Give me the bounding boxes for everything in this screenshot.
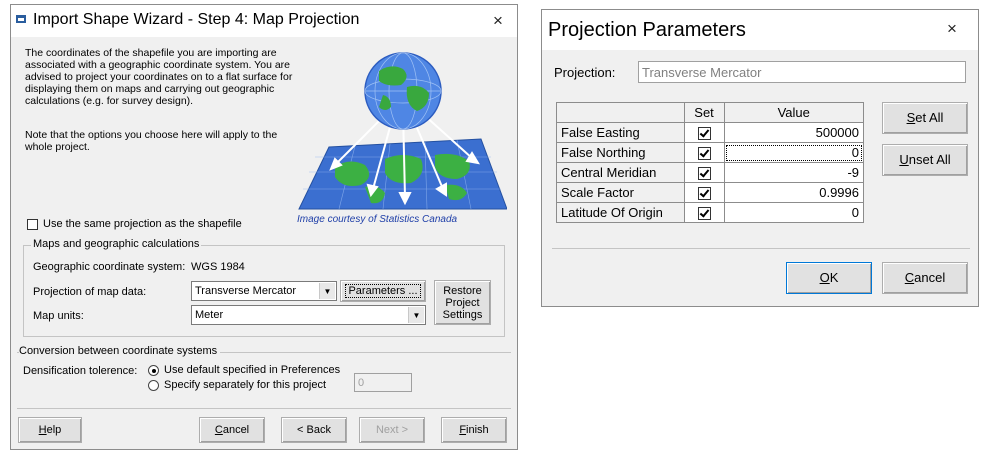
chevron-down-icon[interactable]: ▼ bbox=[319, 283, 335, 299]
table-header-row: Set Value bbox=[556, 102, 864, 123]
wizard-titlebar: Import Shape Wizard - Step 4: Map Projec… bbox=[11, 5, 517, 37]
cancel-button-label: Cancel bbox=[214, 424, 250, 436]
param-set-cell[interactable] bbox=[683, 202, 725, 223]
buttons-separator bbox=[17, 408, 511, 409]
table-row: False Easting 500000 bbox=[556, 122, 864, 143]
checkbox-checked-icon[interactable] bbox=[697, 167, 711, 181]
units-select[interactable]: Meter ▼ bbox=[191, 305, 426, 325]
app-icon bbox=[16, 15, 26, 23]
units-select-value: Meter bbox=[195, 309, 224, 321]
restore-line-2: Project bbox=[445, 296, 480, 309]
param-set-cell[interactable] bbox=[683, 162, 725, 183]
cancel-button[interactable]: Cancel bbox=[199, 417, 265, 443]
gcs-label: Geographic coordinate system: bbox=[33, 261, 186, 273]
next-button[interactable]: Next > bbox=[359, 417, 425, 443]
checkbox-checked-icon[interactable] bbox=[697, 127, 711, 141]
set-all-button-label: Set All bbox=[906, 110, 944, 125]
same-projection-checkbox[interactable] bbox=[27, 219, 38, 230]
finish-button[interactable]: Finish bbox=[441, 417, 507, 443]
param-value[interactable]: 0.9996 bbox=[723, 182, 864, 203]
set-all-button[interactable]: Set All bbox=[882, 102, 968, 134]
checkbox-checked-icon[interactable] bbox=[697, 207, 711, 221]
param-set-cell[interactable] bbox=[683, 122, 725, 143]
next-button-label: Next > bbox=[375, 424, 409, 436]
param-value[interactable]: -9 bbox=[723, 162, 864, 183]
maps-group-title: Maps and geographic calculations bbox=[31, 238, 202, 250]
table-header-value: Value bbox=[723, 102, 864, 123]
projection-select-value: Transverse Mercator bbox=[195, 285, 297, 297]
restore-line-1: Restore bbox=[443, 284, 482, 297]
help-button[interactable]: Help bbox=[18, 417, 82, 443]
close-icon[interactable]: × bbox=[493, 11, 503, 31]
table-row: False Northing 0 bbox=[556, 142, 864, 163]
help-button-label: Help bbox=[38, 424, 62, 436]
param-value[interactable]: 0 bbox=[723, 202, 864, 223]
projection-illustration bbox=[298, 52, 507, 210]
param-name: Scale Factor bbox=[556, 182, 685, 203]
ok-button[interactable]: OK bbox=[786, 262, 872, 294]
projection-parameters-window: Projection Parameters × Projection: Tran… bbox=[541, 9, 979, 307]
note-text: Note that the options you choose here wi… bbox=[25, 129, 278, 153]
specify-tolerance-label: Specify separately for this project bbox=[164, 379, 327, 391]
params-titlebar: Projection Parameters × bbox=[542, 10, 978, 50]
projection-field[interactable]: Transverse Mercator bbox=[638, 61, 966, 83]
parameters-button[interactable]: Parameters ... bbox=[340, 280, 426, 302]
param-value-focused[interactable]: 0 bbox=[723, 142, 864, 163]
chevron-down-icon[interactable]: ▼ bbox=[408, 307, 424, 323]
projection-label: Projection of map data: bbox=[33, 286, 147, 298]
specify-tolerance-radio[interactable] bbox=[148, 380, 159, 391]
back-button[interactable]: < Back bbox=[281, 417, 347, 443]
gcs-value: WGS 1984 bbox=[191, 261, 245, 273]
default-tolerance-radio[interactable] bbox=[148, 365, 159, 376]
projection-field-value: Transverse Mercator bbox=[642, 64, 762, 80]
wizard-title: Import Shape Wizard - Step 4: Map Projec… bbox=[33, 11, 360, 28]
table-header-name bbox=[556, 102, 685, 123]
restore-line-3: Settings bbox=[442, 308, 483, 321]
cancel-button[interactable]: Cancel bbox=[882, 262, 968, 294]
checkbox-checked-icon[interactable] bbox=[697, 147, 711, 161]
default-tolerance-label: Use default specified in Preferences bbox=[164, 364, 341, 376]
cancel-button-label: Cancel bbox=[904, 270, 946, 285]
finish-button-label: Finish bbox=[459, 424, 489, 436]
param-set-cell[interactable] bbox=[683, 182, 725, 203]
ok-button-label: OK bbox=[819, 270, 839, 285]
param-name: False Northing bbox=[556, 142, 685, 163]
table-row: Scale Factor 0.9996 bbox=[556, 182, 864, 203]
tolerance-input-value: 0 bbox=[358, 376, 365, 389]
units-label: Map units: bbox=[33, 310, 84, 322]
param-name: False Easting bbox=[556, 122, 685, 143]
parameters-table: Set Value False Easting 500000 False Nor… bbox=[556, 102, 864, 223]
param-name: Central Meridian bbox=[556, 162, 685, 183]
intro-text: The coordinates of the shapefile you are… bbox=[25, 47, 293, 107]
param-value: 0 bbox=[851, 145, 859, 160]
table-row: Central Meridian -9 bbox=[556, 162, 864, 183]
param-value[interactable]: 500000 bbox=[723, 122, 864, 143]
tolerance-input[interactable]: 0 bbox=[354, 373, 412, 392]
params-title: Projection Parameters bbox=[548, 19, 746, 41]
projection-label: Projection: bbox=[554, 65, 616, 80]
image-caption: Image courtesy of Statistics Canada bbox=[297, 214, 458, 225]
param-name: Latitude Of Origin bbox=[556, 202, 685, 223]
param-set-cell[interactable] bbox=[683, 142, 725, 163]
restore-settings-button[interactable]: Restore Project Settings bbox=[434, 280, 491, 325]
params-separator bbox=[552, 248, 970, 249]
unset-all-button[interactable]: Unset All bbox=[882, 144, 968, 176]
checkbox-checked-icon[interactable] bbox=[697, 187, 711, 201]
unset-all-button-label: Unset All bbox=[899, 152, 951, 167]
close-icon[interactable]: × bbox=[947, 19, 957, 39]
same-projection-label: Use the same projection as the shapefile bbox=[43, 218, 242, 230]
back-button-label: < Back bbox=[297, 424, 331, 436]
conversion-group-title: Conversion between coordinate systems bbox=[19, 345, 221, 357]
densification-label: Densification tolerence: bbox=[23, 365, 138, 377]
table-header-set: Set bbox=[683, 102, 725, 123]
table-row: Latitude Of Origin 0 bbox=[556, 202, 864, 223]
projection-select[interactable]: Transverse Mercator ▼ bbox=[191, 281, 337, 301]
parameters-button-label: Parameters ... bbox=[345, 284, 421, 298]
import-shape-wizard-window: Import Shape Wizard - Step 4: Map Projec… bbox=[10, 4, 518, 450]
